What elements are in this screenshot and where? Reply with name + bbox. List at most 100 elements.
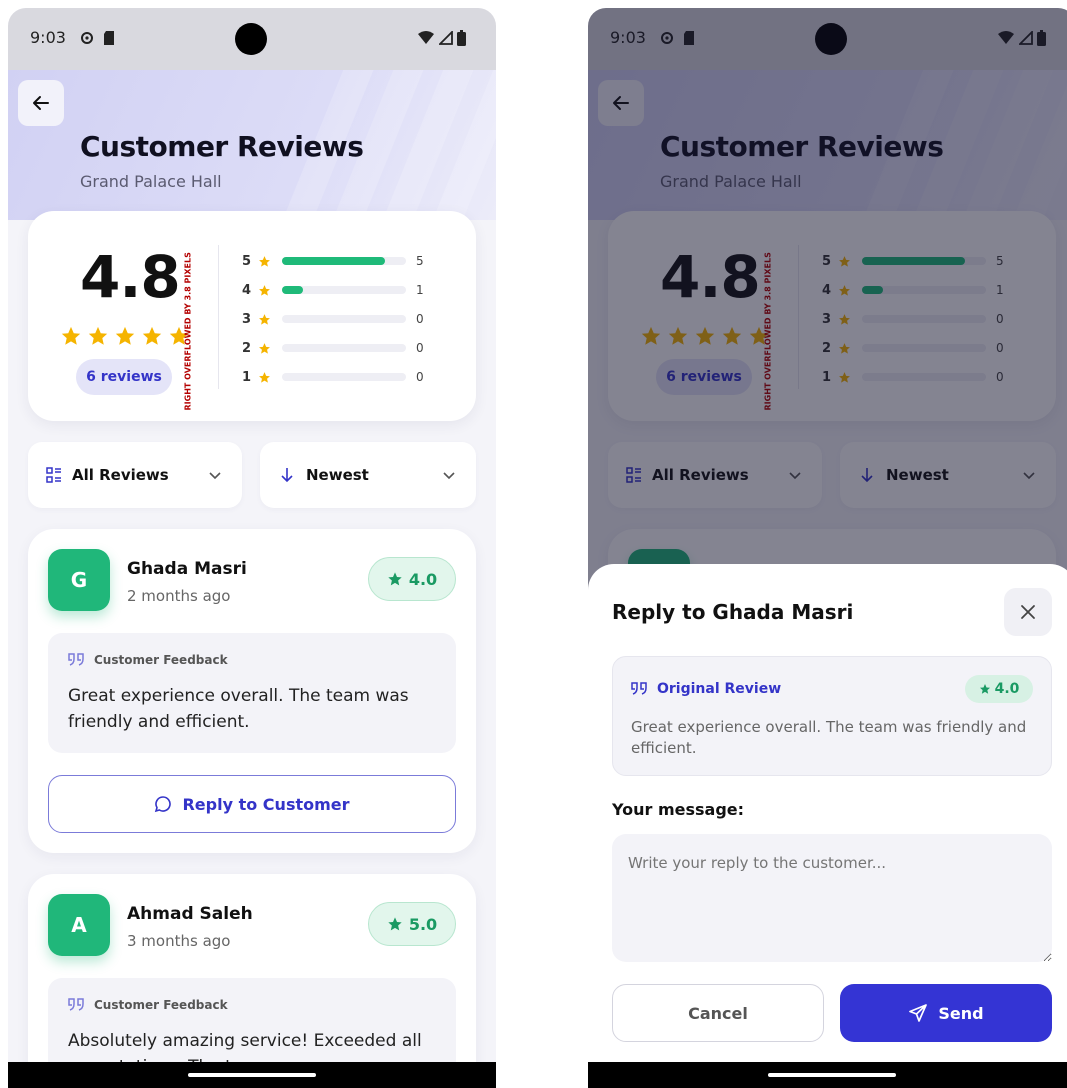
rating-value: 5.0	[408, 914, 438, 934]
star-icon	[388, 572, 402, 586]
cancel-button[interactable]: Cancel	[612, 984, 824, 1042]
rating-breakdown-row: 10	[242, 367, 424, 387]
breakdown-star-number: 1	[242, 369, 252, 385]
breakdown-count: 1	[416, 283, 424, 297]
category-filter-dropdown[interactable]: All Reviews	[28, 442, 242, 508]
home-indicator[interactable]	[768, 1073, 896, 1077]
breakdown-bar-fill	[282, 286, 304, 294]
category-filter-label: All Reviews	[72, 466, 169, 484]
page-title: Customer Reviews	[80, 130, 364, 163]
review-card: A Ahmad Saleh 3 months ago 5.0 Customer …	[28, 874, 476, 1088]
reply-bottom-sheet: Reply to Ghada Masri Original Review 4.0…	[588, 564, 1067, 1068]
settings-icon	[81, 32, 93, 44]
breakdown-bar-track	[282, 257, 406, 265]
header-banner: Customer Reviews Grand Palace Hall	[8, 70, 496, 220]
star-icon	[259, 371, 270, 383]
review-time: 3 months ago	[127, 932, 231, 950]
message-label: Your message:	[612, 800, 745, 819]
feedback-label: Customer Feedback	[68, 998, 228, 1012]
average-rating: 4.8	[80, 243, 181, 311]
overflow-warning: RIGHT OVERFLOWED BY 3.8 PIXELS	[178, 252, 193, 411]
star-icon	[259, 313, 270, 325]
status-bar: 9:03	[8, 8, 496, 70]
avatar: A	[48, 894, 110, 956]
breakdown-count: 0	[416, 312, 424, 326]
quote-icon	[631, 682, 647, 695]
rating-breakdown-row: 41	[242, 280, 424, 300]
reviewer-name: Ghada Masri	[127, 559, 247, 579]
breakdown-star-number: 4	[242, 282, 252, 298]
star-icon	[259, 342, 270, 354]
navigation-bar	[588, 1062, 1067, 1088]
rating-breakdown-row: 55	[242, 251, 424, 271]
sort-label: Newest	[306, 466, 369, 484]
star-icon	[388, 917, 402, 931]
star-icon	[259, 255, 270, 267]
home-indicator[interactable]	[188, 1073, 316, 1077]
arrow-down-icon	[281, 468, 293, 483]
star-icon	[61, 326, 81, 345]
rating-badge: 5.0	[368, 902, 456, 946]
system-icons	[417, 30, 466, 46]
original-review-label: Original Review	[631, 681, 781, 697]
camera-cutout	[235, 23, 267, 55]
breakdown-bar-track	[282, 344, 406, 352]
sheet-title: Reply to Ghada Masri	[612, 600, 854, 624]
rating-value: 4.0	[408, 569, 438, 589]
breakdown-count: 5	[416, 254, 424, 268]
close-icon	[1021, 605, 1035, 619]
avatar: G	[48, 549, 110, 611]
chat-bubble-icon	[155, 796, 172, 813]
signal-icon	[439, 31, 453, 45]
reviews-count-badge: 6 reviews	[76, 359, 172, 395]
breakdown-star-number: 2	[242, 340, 252, 356]
feedback-label: Customer Feedback	[68, 653, 228, 667]
feedback-box: Customer Feedback Great experience overa…	[48, 633, 456, 753]
close-button[interactable]	[1004, 588, 1052, 636]
send-icon	[909, 1004, 928, 1022]
send-button[interactable]: Send	[840, 984, 1052, 1042]
original-rating-badge: 4.0	[965, 675, 1033, 703]
status-time: 9:03	[30, 28, 66, 47]
sort-dropdown[interactable]: Newest	[260, 442, 476, 508]
breakdown-count: 0	[416, 341, 424, 355]
rating-breakdown-row: 30	[242, 309, 424, 329]
page-subtitle: Grand Palace Hall	[80, 172, 222, 191]
chevron-down-icon	[443, 472, 455, 480]
breakdown-bar-fill	[282, 257, 385, 265]
chevron-down-icon	[209, 472, 221, 480]
star-icon	[115, 326, 135, 345]
reviews-screen: 9:03 Customer Reviews Grand Palace Hall …	[8, 8, 496, 1088]
battery-icon	[457, 30, 466, 46]
quote-icon	[68, 653, 84, 666]
breakdown-bar-track	[282, 373, 406, 381]
sd-card-icon	[104, 31, 114, 45]
rating-badge: 4.0	[368, 557, 456, 601]
reply-message-input[interactable]	[612, 834, 1052, 962]
quote-icon	[68, 998, 84, 1011]
wifi-icon	[418, 31, 434, 44]
breakdown-bar-track	[282, 286, 406, 294]
overflow-warning-text: RIGHT OVERFLOWED BY 3.8 PIXELS	[183, 252, 193, 411]
original-review-text: Great experience overall. The team was f…	[631, 718, 1027, 757]
reviewer-name: Ahmad Saleh	[127, 904, 253, 924]
back-button[interactable]	[18, 80, 64, 126]
reply-screen: 9:03 Customer Reviews Grand Palace Hall …	[588, 8, 1067, 1088]
star-icon	[259, 284, 270, 296]
breakdown-star-number: 3	[242, 311, 252, 327]
rating-summary-card: 4.8 6 reviews RIGHT OVERFLOWED BY 3.8 PI…	[28, 211, 476, 421]
star-icon	[979, 684, 990, 694]
star-icon	[88, 326, 108, 345]
feedback-text: Great experience overall. The team was f…	[68, 686, 409, 732]
review-card: G Ghada Masri 2 months ago 4.0 Customer …	[28, 529, 476, 853]
reply-to-customer-button[interactable]: Reply to Customer	[48, 775, 456, 833]
original-review-box: Original Review 4.0 Great experience ove…	[612, 656, 1052, 776]
navigation-bar	[8, 1062, 496, 1088]
status-notification-icons	[79, 30, 117, 46]
review-time: 2 months ago	[127, 587, 231, 605]
average-stars	[60, 325, 190, 347]
breakdown-bar-track	[282, 315, 406, 323]
rating-breakdown-row: 20	[242, 338, 424, 358]
arrow-left-icon	[33, 96, 49, 110]
star-icon	[142, 326, 162, 345]
